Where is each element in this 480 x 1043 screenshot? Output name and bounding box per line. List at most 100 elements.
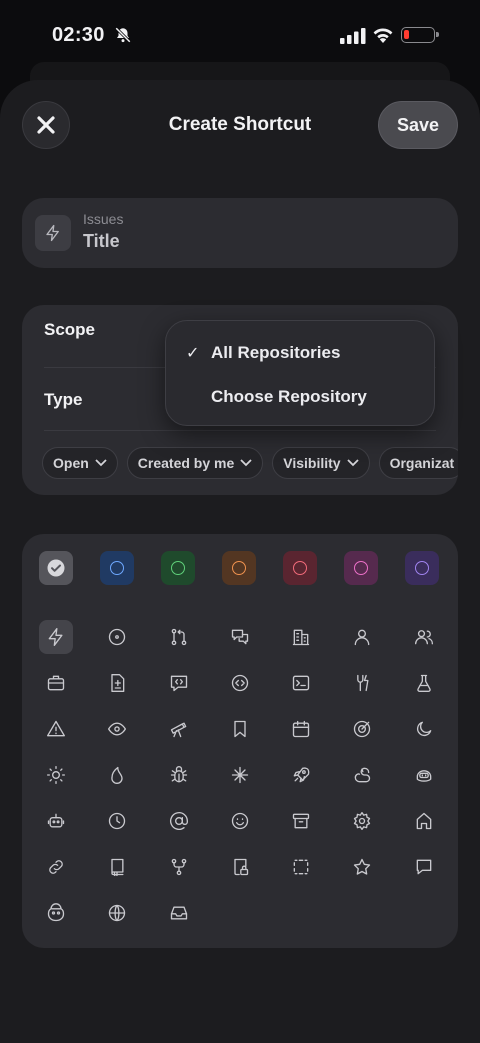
icon-option-robot[interactable] <box>39 804 73 838</box>
icon-option-code-of-conduct[interactable] <box>223 666 257 700</box>
link-icon <box>49 860 63 874</box>
telescope-icon <box>170 722 186 738</box>
icon-option-mascot[interactable] <box>39 896 73 930</box>
sparkle-icon <box>231 766 249 784</box>
checkmark-icon: ✓ <box>186 345 200 362</box>
gear-icon <box>354 812 371 830</box>
icon-option-briefcase[interactable] <box>39 666 73 700</box>
icon-option-link[interactable] <box>39 850 73 884</box>
inbox-icon <box>170 906 187 920</box>
color-swatch-gray[interactable] <box>39 551 73 585</box>
flame-icon <box>111 766 123 785</box>
icon-option-clock[interactable] <box>100 804 134 838</box>
archive-icon <box>293 813 310 829</box>
icon-option-file-diff[interactable] <box>100 666 134 700</box>
wifi-icon <box>373 28 393 43</box>
icon-color-picker <box>22 534 458 948</box>
icon-option-inbox[interactable] <box>162 896 196 930</box>
icon-option-calendar[interactable] <box>284 712 318 746</box>
type-label[interactable]: Type <box>44 390 82 410</box>
filter-chip-open[interactable]: Open <box>42 447 118 479</box>
color-swatch-green[interactable] <box>161 551 195 585</box>
icon-option-smiley[interactable] <box>223 804 257 838</box>
save-button[interactable]: Save <box>378 101 458 149</box>
icon-option-moon[interactable] <box>407 712 441 746</box>
icon-option-alert[interactable] <box>39 712 73 746</box>
comment-icon <box>416 859 432 875</box>
icon-option-comment[interactable] <box>407 850 441 884</box>
repo-locked-icon <box>234 858 249 876</box>
icon-option-dashed-box[interactable] <box>284 850 318 884</box>
briefcase-icon <box>47 675 65 691</box>
icon-option-beaker[interactable] <box>407 666 441 700</box>
bookmark-icon <box>234 720 246 738</box>
battery-icon <box>401 27 439 43</box>
chevron-down-icon <box>95 459 107 467</box>
repo-forked-icon <box>171 858 186 876</box>
squirrel-icon <box>355 767 371 783</box>
bell-muted-icon <box>115 27 131 43</box>
icon-option-people[interactable] <box>407 620 441 654</box>
robot-icon <box>47 813 65 828</box>
icon-option-archive[interactable] <box>284 804 318 838</box>
icon-option-code-review[interactable] <box>162 666 196 700</box>
icon-option-bug[interactable] <box>162 758 196 792</box>
icon-option-bookmark[interactable] <box>223 712 257 746</box>
icon-option-repo-locked[interactable] <box>223 850 257 884</box>
icon-option-repo-forked[interactable] <box>162 850 196 884</box>
comment-discussion-icon <box>231 629 249 645</box>
icon-option-tools[interactable] <box>345 666 379 700</box>
filter-chip-created-by-me[interactable]: Created by me <box>126 447 264 479</box>
icon-option-squirrel[interactable] <box>345 758 379 792</box>
star-icon <box>354 858 371 875</box>
organization-icon <box>293 629 310 646</box>
icon-option-organization[interactable] <box>284 620 318 654</box>
alert-icon <box>47 720 66 737</box>
icon-option-issue-opened[interactable] <box>100 620 134 654</box>
color-swatch-pink[interactable] <box>344 551 378 585</box>
icon-option-eye[interactable] <box>100 712 134 746</box>
filter-chip-visibility[interactable]: Visibility <box>272 447 370 479</box>
menu-item-choose-repository[interactable]: Choose Repository <box>211 387 367 407</box>
icon-option-copilot[interactable] <box>407 758 441 792</box>
icon-option-mention[interactable] <box>162 804 196 838</box>
smiley-icon <box>231 812 249 830</box>
icon-option-gear[interactable] <box>345 804 379 838</box>
icon-option-flame[interactable] <box>100 758 134 792</box>
icon-option-zap[interactable] <box>39 620 73 654</box>
menu-item-all-repositories[interactable]: All Repositories <box>211 343 340 363</box>
eye-icon <box>108 722 127 736</box>
icon-option-sparkle[interactable] <box>223 758 257 792</box>
icon-option-home[interactable] <box>407 804 441 838</box>
title-input[interactable]: Title <box>83 231 120 252</box>
icon-option-globe[interactable] <box>100 896 134 930</box>
icon-option-comment-discussion[interactable] <box>223 620 257 654</box>
color-swatch-blue[interactable] <box>100 551 134 585</box>
chip-label: Created by me <box>137 455 235 471</box>
chevron-down-icon <box>346 459 359 467</box>
icon-option-person[interactable] <box>345 620 379 654</box>
scope-label[interactable]: Scope <box>44 320 95 340</box>
title-field[interactable]: Issues Title <box>22 198 458 268</box>
issue-opened-icon <box>109 628 126 646</box>
icon-option-repo[interactable] <box>100 850 134 884</box>
clock-icon <box>109 812 126 830</box>
icon-option-sun[interactable] <box>39 758 73 792</box>
icon-option-star[interactable] <box>345 850 379 884</box>
shortcut-icon-button[interactable] <box>35 215 71 251</box>
color-swatch-orange[interactable] <box>222 551 256 585</box>
filter-chip-organization[interactable]: Organizat <box>378 447 458 479</box>
icon-option-rocket[interactable] <box>284 758 318 792</box>
create-shortcut-sheet: Create Shortcut Save Issues Title Scope … <box>0 80 480 1043</box>
filter-chips: Open Created by me Visibility Organizat <box>42 447 458 479</box>
rocket-icon <box>293 767 310 783</box>
icon-option-telescope[interactable] <box>162 712 196 746</box>
icon-option-terminal[interactable] <box>284 666 318 700</box>
icon-option-git-pull-request[interactable] <box>162 620 196 654</box>
chip-label: Organizat <box>389 455 455 471</box>
color-swatch-red[interactable] <box>283 551 317 585</box>
calendar-icon <box>293 720 310 738</box>
color-swatch-purple[interactable] <box>405 551 439 585</box>
zap-icon <box>46 224 59 242</box>
icon-option-goal[interactable] <box>345 712 379 746</box>
